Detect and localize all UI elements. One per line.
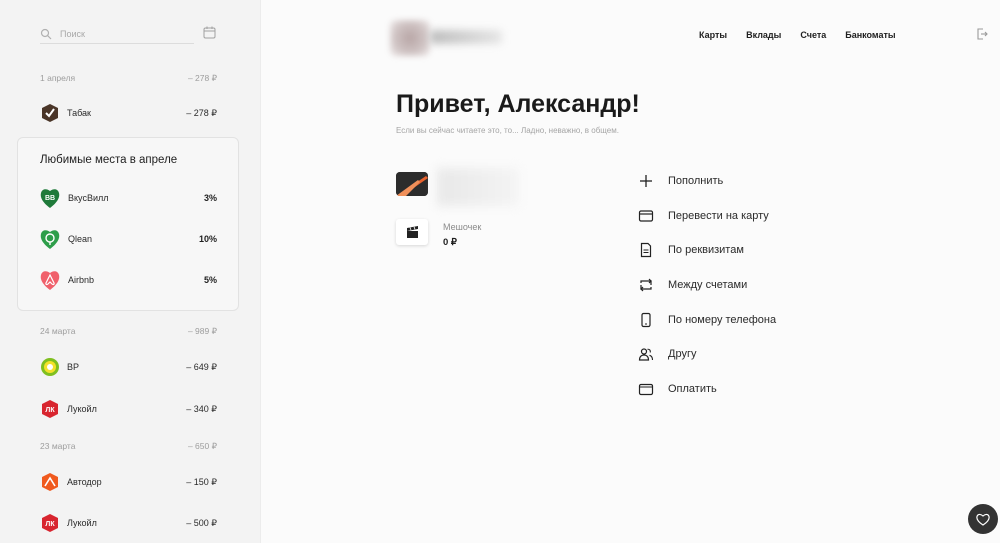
user-profile-blurred[interactable] — [390, 18, 505, 58]
day-header: 24 марта – 989 ₽ — [40, 326, 217, 337]
favorite-item[interactable]: Airbnb 5% — [40, 269, 217, 291]
clapperboard-icon — [407, 226, 418, 238]
transaction-row[interactable]: ЛК Лукойл – 340 ₽ — [40, 399, 217, 419]
pouch-balance: 0 ₽ — [443, 237, 457, 248]
transaction-name: BP — [67, 362, 80, 372]
transaction-name: Автодор — [67, 477, 102, 487]
action-by-phone[interactable]: По номеру телефона — [638, 311, 838, 329]
top-navigation: Карты Вклады Счета Банкоматы — [699, 30, 915, 40]
phone-icon — [641, 312, 651, 328]
airbnb-logo-icon — [40, 271, 60, 290]
bp-logo-icon — [41, 358, 59, 376]
action-label: Между счетами — [668, 279, 748, 291]
nav-accounts[interactable]: Счета — [800, 30, 826, 40]
nav-deposits[interactable]: Вклады — [746, 30, 781, 40]
svg-text:ВВ: ВВ — [45, 195, 55, 202]
page-subtitle: Если вы сейчас читаете это, то... Ладно,… — [396, 126, 619, 135]
day-header: 1 апреля – 278 ₽ — [40, 73, 217, 84]
svg-text:ЛК: ЛК — [45, 407, 55, 414]
action-label: По реквизитам — [668, 244, 744, 256]
transaction-row[interactable]: ЛК Лукойл – 500 ₽ — [40, 513, 217, 533]
wallet-icon — [638, 383, 654, 396]
favorite-percent: 5% — [203, 275, 217, 285]
day-total: – 989 ₽ — [187, 326, 217, 336]
tabak-logo-icon — [42, 104, 58, 122]
card-art-icon — [396, 172, 428, 196]
avtodor-logo-icon — [42, 473, 58, 491]
search-field[interactable] — [40, 24, 194, 44]
nav-cards[interactable]: Карты — [699, 30, 727, 40]
logout-icon[interactable] — [976, 28, 988, 40]
favorites-fab-button[interactable] — [968, 504, 998, 534]
day-total: – 650 ₽ — [187, 441, 217, 451]
document-icon — [640, 242, 652, 258]
action-to-friend[interactable]: Другу — [638, 345, 838, 363]
qlean-logo-icon — [40, 230, 60, 249]
action-label: Пополнить — [668, 175, 724, 187]
plus-icon — [640, 175, 652, 187]
page-title: Привет, Александр! — [396, 90, 640, 118]
action-label: По номеру телефона — [668, 314, 777, 326]
card-info-blurred[interactable] — [437, 168, 519, 206]
heart-icon — [976, 513, 990, 526]
favorite-name: ВкусВилл — [68, 193, 109, 203]
transaction-row[interactable]: BP – 649 ₽ — [40, 357, 217, 377]
favorite-percent: 10% — [198, 234, 217, 244]
action-pay[interactable]: Оплатить — [638, 380, 838, 398]
action-top-up[interactable]: Пополнить — [638, 172, 838, 190]
swap-icon — [640, 278, 652, 292]
action-card-transfer[interactable]: Перевести на карту — [638, 207, 838, 225]
pouch-thumbnail[interactable] — [396, 219, 428, 245]
user-name-blurred — [430, 30, 502, 44]
transaction-amount: – 649 ₽ — [186, 361, 217, 372]
day-date: 1 апреля — [40, 73, 76, 83]
transaction-amount: – 500 ₽ — [186, 517, 217, 528]
transaction-amount: – 278 ₽ — [186, 107, 217, 118]
favorite-percent: 3% — [203, 193, 217, 203]
day-header: 23 марта – 650 ₽ — [40, 441, 217, 452]
transaction-row[interactable]: Автодор – 150 ₽ — [40, 472, 217, 492]
sidebar: 1 апреля – 278 ₽ Табак – 278 ₽ Любимые м… — [0, 0, 261, 543]
favorites-title: Любимые места в апреле — [40, 154, 178, 166]
bank-card-thumbnail[interactable] — [396, 172, 428, 196]
calendar-icon[interactable] — [203, 26, 216, 39]
transaction-amount: – 340 ₽ — [186, 403, 217, 414]
action-between-accounts[interactable]: Между счетами — [638, 276, 838, 294]
action-label: Перевести на карту — [668, 210, 769, 222]
favorite-item[interactable]: ВВ ВкусВилл 3% — [40, 187, 217, 209]
action-label: Другу — [668, 348, 697, 360]
card-icon — [638, 210, 654, 222]
vkusvill-logo-icon: ВВ — [40, 189, 60, 208]
lukoil-logo-icon: ЛК — [42, 514, 58, 532]
day-total: – 278 ₽ — [187, 73, 217, 83]
transaction-amount: – 150 ₽ — [186, 476, 217, 487]
transaction-name: Табак — [67, 108, 91, 118]
svg-text:ЛК: ЛК — [45, 521, 55, 528]
action-by-details[interactable]: По реквизитам — [638, 241, 838, 259]
day-date: 24 марта — [40, 326, 76, 336]
favorite-item[interactable]: Qlean 10% — [40, 228, 217, 250]
avatar — [390, 20, 430, 56]
favorite-name: Qlean — [68, 234, 93, 244]
search-icon — [40, 28, 52, 39]
transaction-row[interactable]: Табак – 278 ₽ — [40, 103, 217, 123]
transaction-name: Лукойл — [67, 518, 97, 528]
nav-atms[interactable]: Банкоматы — [845, 30, 895, 40]
search-input[interactable] — [60, 28, 180, 39]
favorites-card: Любимые места в апреле ВВ ВкусВилл 3% Ql… — [17, 137, 239, 311]
lukoil-logo-icon: ЛК — [42, 400, 58, 418]
friends-icon — [638, 348, 654, 361]
day-date: 23 марта — [40, 441, 76, 451]
action-label: Оплатить — [668, 383, 717, 395]
favorite-name: Airbnb — [68, 275, 95, 285]
transaction-name: Лукойл — [67, 404, 97, 414]
pouch-name: Мешочек — [443, 222, 482, 232]
